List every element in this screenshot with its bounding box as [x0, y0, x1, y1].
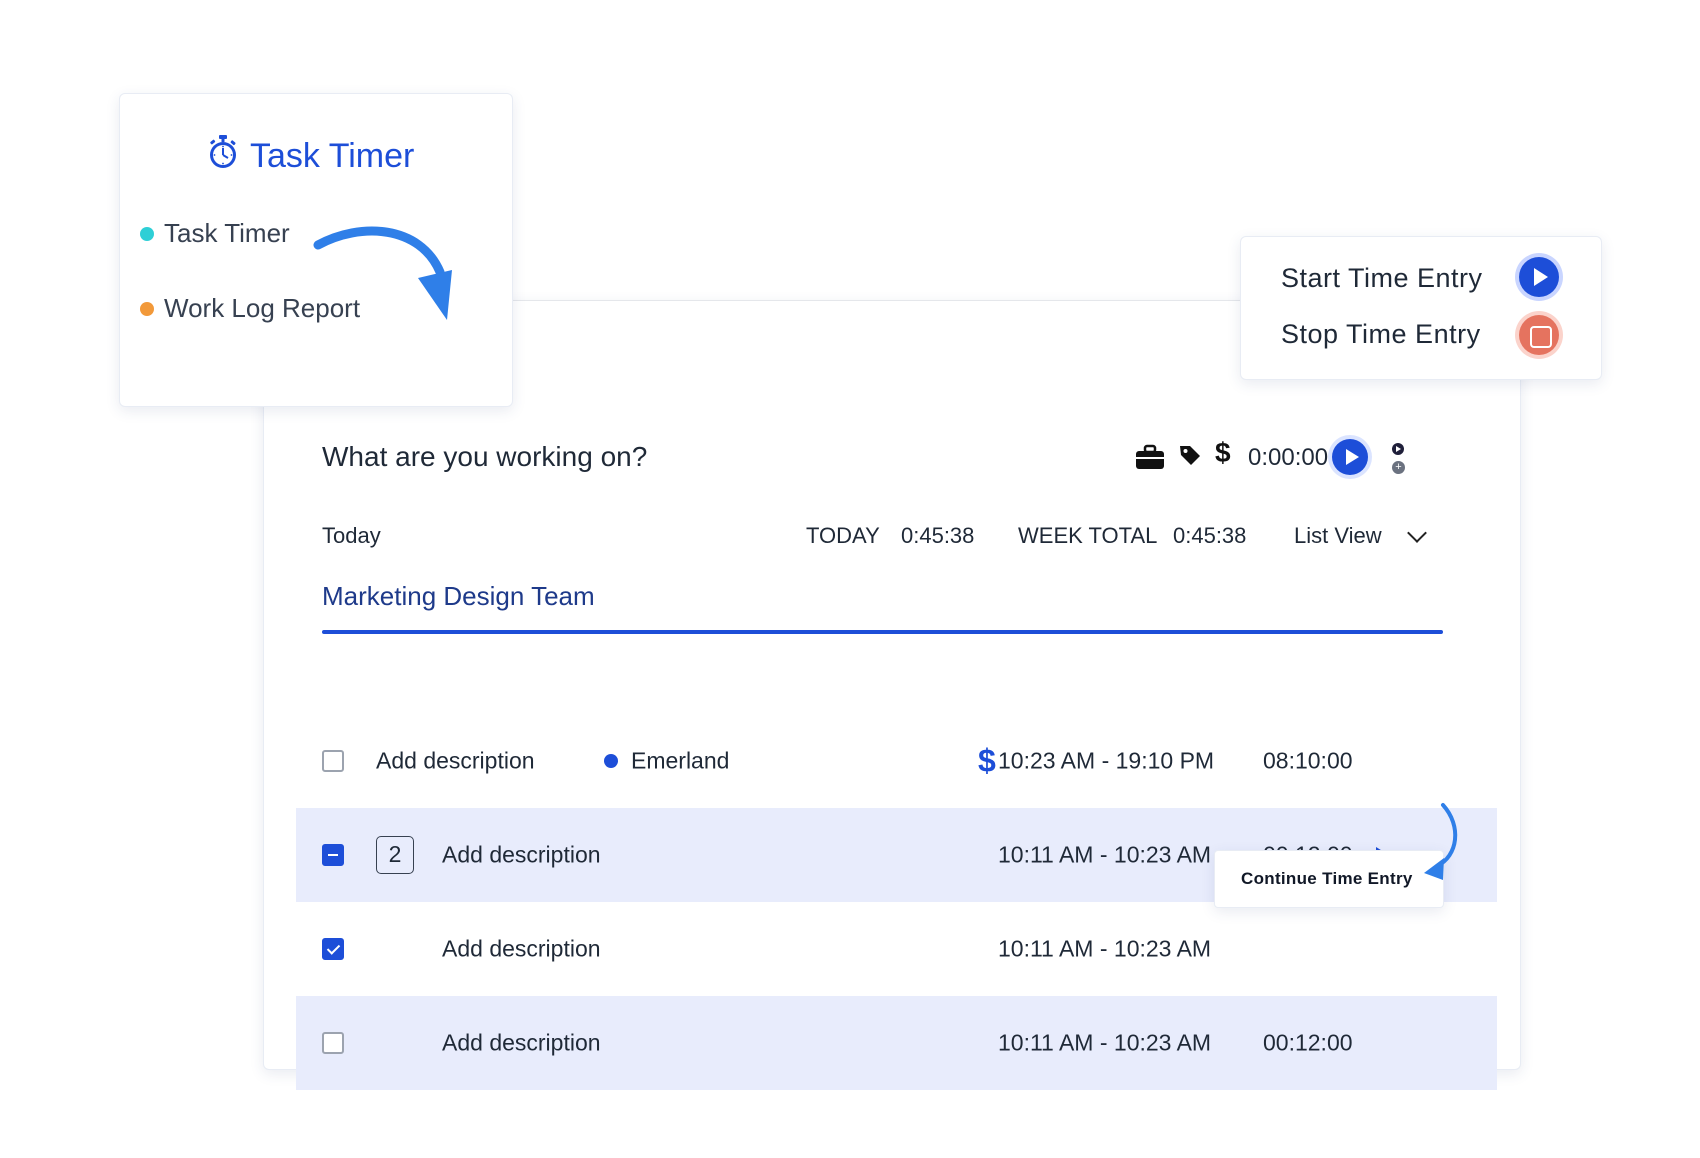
annotation-arrows: [313, 226, 1458, 880]
curved-arrow-icon: [313, 226, 452, 320]
curved-arrow-icon: [1424, 803, 1458, 880]
